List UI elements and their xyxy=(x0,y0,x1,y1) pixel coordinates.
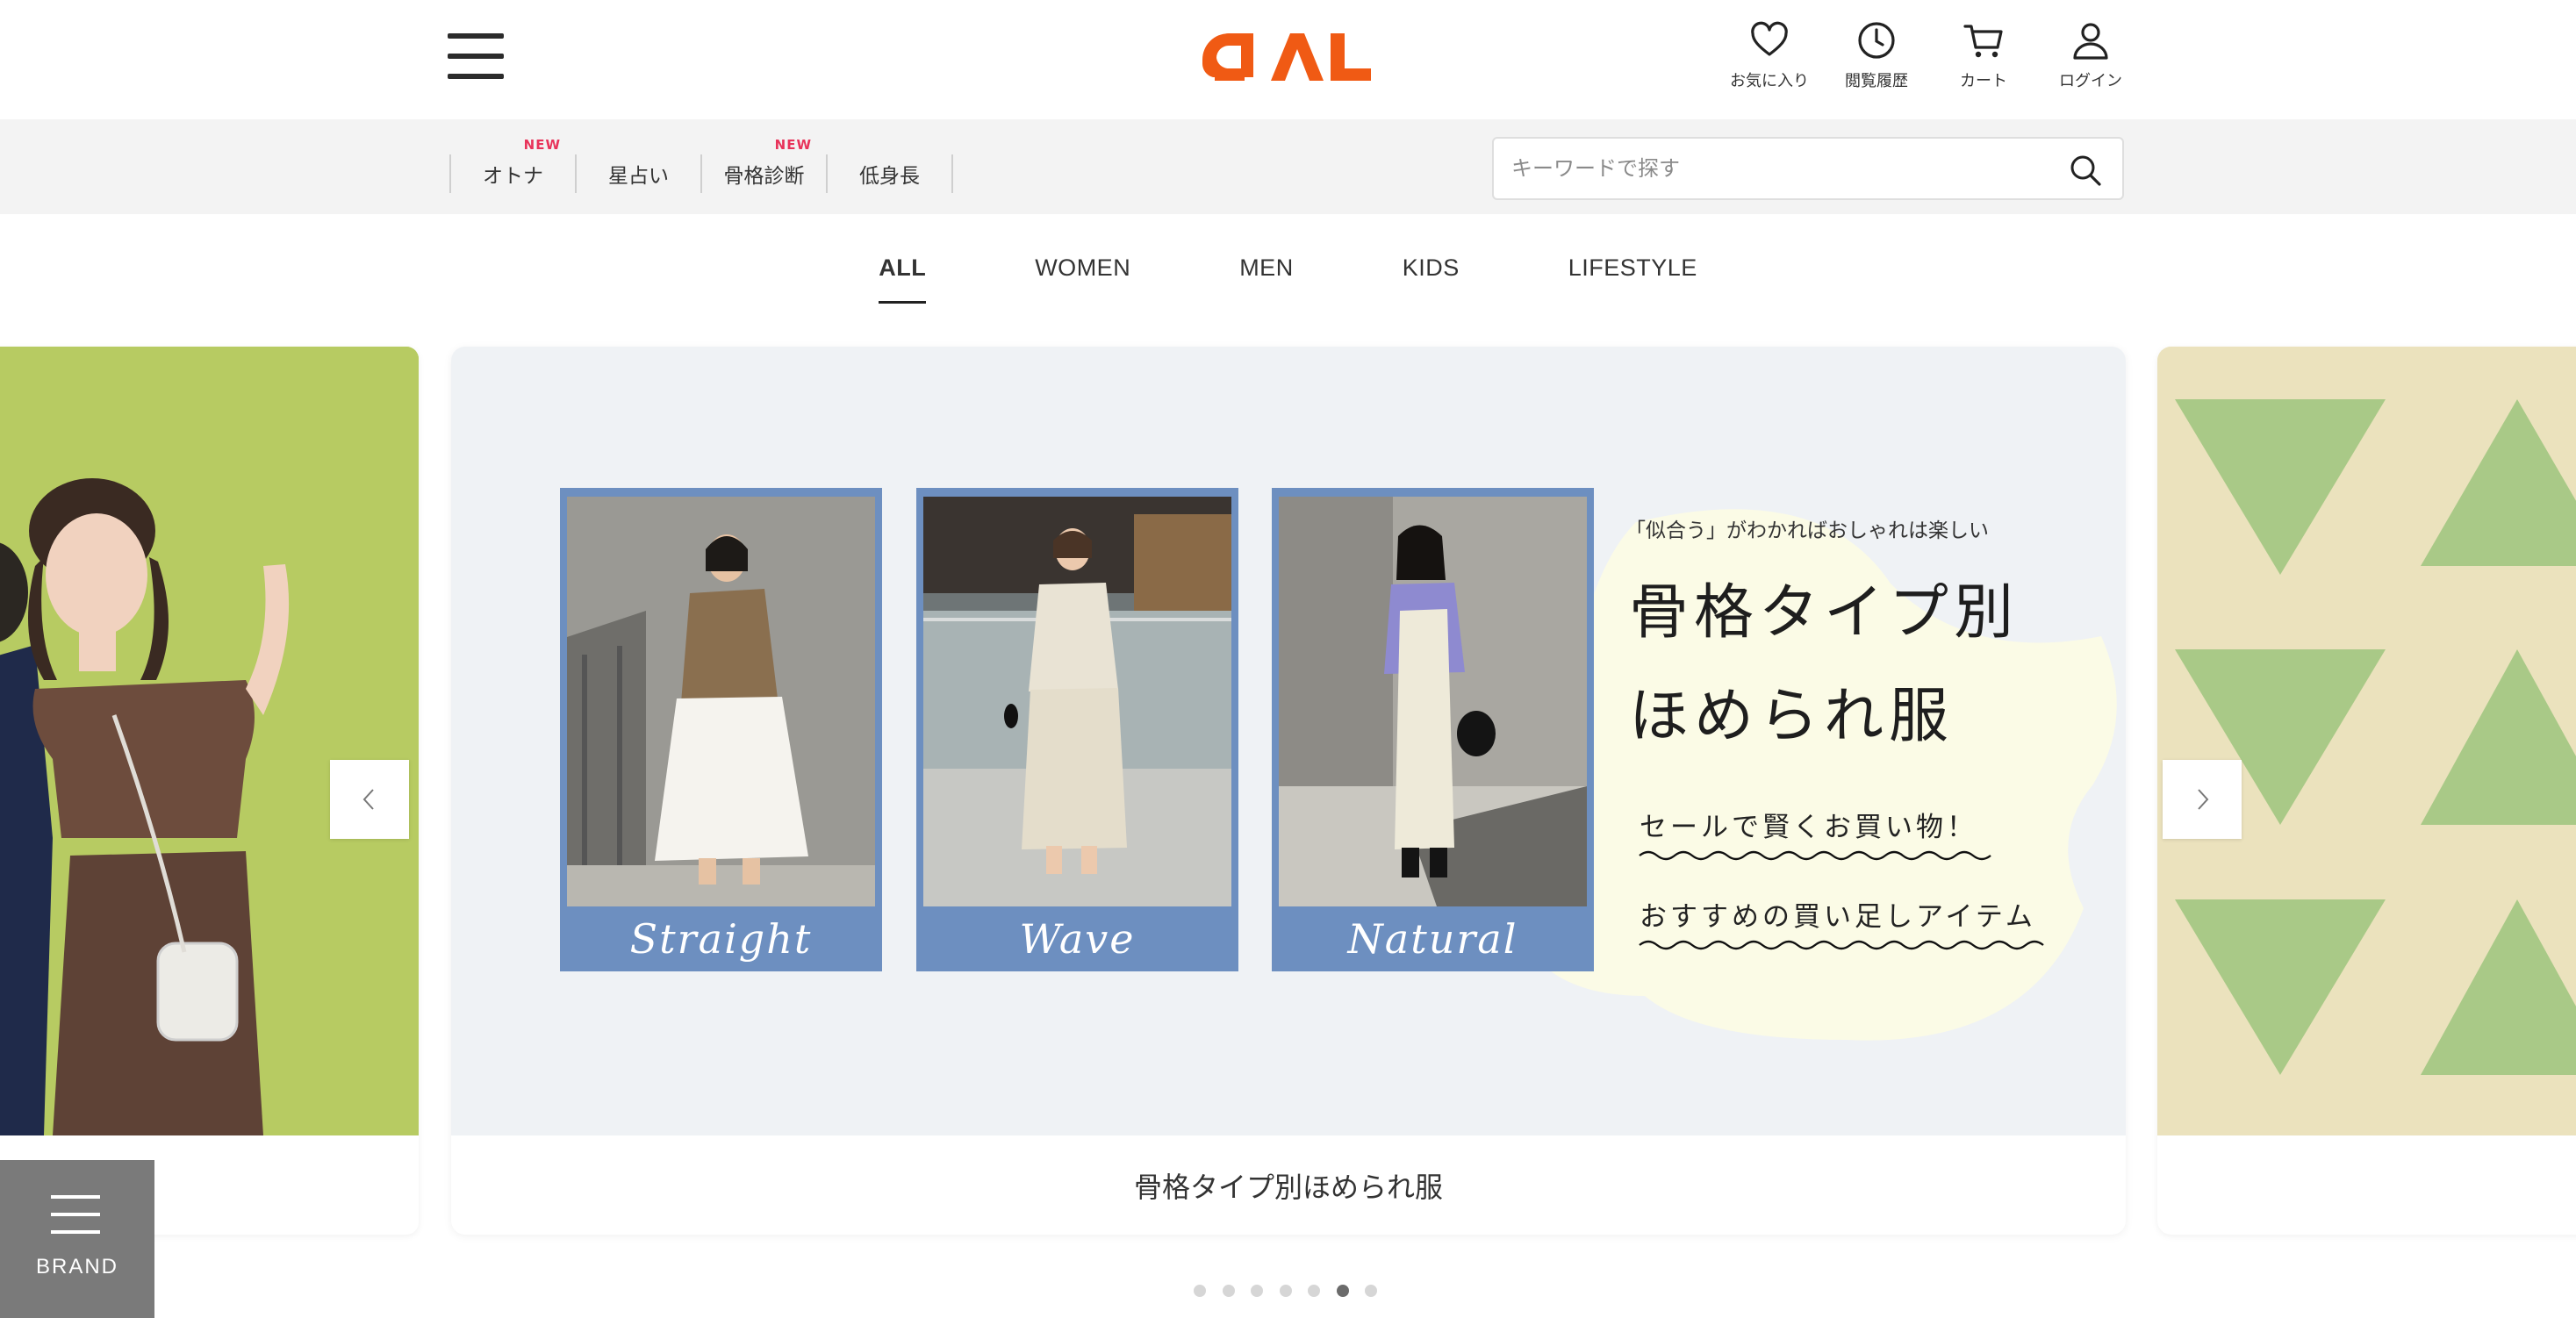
new-badge: NEW xyxy=(774,137,812,153)
carousel-dot[interactable] xyxy=(1251,1285,1263,1297)
banner-link-recommend[interactable]: おすすめの買い足しアイテム xyxy=(1640,894,2036,934)
carousel-prev-button[interactable] xyxy=(330,760,409,839)
search-input[interactable] xyxy=(1511,151,2038,186)
banner-title-line2: ほめられ服 xyxy=(1629,682,1955,751)
brand-menu-button[interactable]: BRAND xyxy=(0,1160,154,1318)
header-actions: お気に入り 閲覧履歴 カート ログイン xyxy=(1716,19,2144,98)
carousel-pagination xyxy=(1194,1285,1394,1297)
carousel-dot[interactable] xyxy=(1308,1285,1320,1297)
subnav-item-otona[interactable]: NEW オトナ xyxy=(451,137,577,193)
subnav-item-skeleton-diagnosis[interactable]: NEW 骨格診断 xyxy=(702,137,828,193)
photo-natural[interactable]: Natural xyxy=(1272,488,1594,971)
tab-women[interactable]: WOMEN xyxy=(1035,254,1130,304)
tab-all[interactable]: ALL xyxy=(879,254,927,304)
subnav-item-petite[interactable]: 低身長 xyxy=(828,154,953,193)
favorites-button[interactable]: お気に入り xyxy=(1716,19,1823,98)
user-icon xyxy=(2073,23,2108,60)
carousel-dot-active[interactable] xyxy=(1336,1285,1349,1297)
banner-link-sale[interactable]: セールで賢くお買い物！ xyxy=(1640,805,1977,844)
pal-logo[interactable] xyxy=(1201,25,1373,90)
photo-label-natural: Natural xyxy=(1347,915,1518,963)
wavy-underline xyxy=(1639,850,1991,861)
model-photo-wave xyxy=(923,497,1231,906)
cart-label: カート xyxy=(1960,72,2007,90)
new-badge: NEW xyxy=(523,137,561,153)
history-button[interactable]: 閲覧履歴 xyxy=(1823,19,1930,98)
chevron-right-icon xyxy=(2198,789,2209,810)
subnav-item-label: 骨格診断 xyxy=(723,165,805,188)
brand-label: BRAND xyxy=(35,1255,118,1279)
previous-banner-image xyxy=(0,347,419,1135)
tab-kids[interactable]: KIDS xyxy=(1403,254,1460,304)
hamburger-menu-icon[interactable] xyxy=(448,32,504,81)
cart-icon xyxy=(1963,25,2003,58)
search-box xyxy=(1492,137,2124,200)
banner-title: 骨格タイプ別 ほめられ服 xyxy=(1629,562,2085,769)
clock-icon xyxy=(1858,22,1895,59)
photo-wave[interactable]: Wave xyxy=(916,488,1238,971)
feature-links: NEW オトナ 星占い NEW 骨格診断 低身長 xyxy=(449,137,953,193)
carousel-next-button[interactable] xyxy=(2163,760,2242,839)
subnav-item-label: 低身長 xyxy=(859,165,920,188)
carousel-dot[interactable] xyxy=(1365,1285,1377,1297)
favorites-label: お気に入り xyxy=(1730,72,1809,90)
subnav-item-label: オトナ xyxy=(483,165,543,188)
tab-lifestyle[interactable]: LIFESTYLE xyxy=(1568,254,1697,304)
banner-subtitle: 「似合う」がわかればおしゃれは楽しい xyxy=(1625,519,1989,542)
tab-men[interactable]: MEN xyxy=(1239,254,1294,304)
photo-label-wave: Wave xyxy=(1019,915,1136,963)
category-tabs: ALL WOMEN MEN KIDS LIFESTYLE xyxy=(0,254,2576,304)
sub-navigation: NEW オトナ 星占い NEW 骨格診断 低身長 xyxy=(0,119,2576,214)
subnav-item-label: 星占い xyxy=(608,165,669,188)
login-label: ログイン xyxy=(2059,72,2122,90)
photo-straight[interactable]: Straight xyxy=(560,488,882,971)
chevron-left-icon xyxy=(362,789,374,810)
subnav-item-horoscope[interactable]: 星占い xyxy=(577,154,702,193)
next-banner-image xyxy=(2157,347,2576,1135)
model-photo-natural xyxy=(1279,497,1587,906)
carousel-card-active[interactable]: Straight Wave Natural 「似合う」がわかればおしゃれは楽しい… xyxy=(451,347,2126,1235)
cart-button[interactable]: カート xyxy=(1930,19,2037,98)
banner-title-line1: 骨格タイプ別 xyxy=(1629,578,2020,648)
model-photo-straight xyxy=(567,497,875,906)
history-label: 閲覧履歴 xyxy=(1845,72,1908,90)
photo-label-straight: Straight xyxy=(629,915,813,963)
search-icon[interactable] xyxy=(2068,153,2103,188)
banner-caption[interactable]: 骨格タイプ別ほめられ服 xyxy=(451,1135,2126,1235)
carousel-dot[interactable] xyxy=(1222,1285,1235,1297)
skeleton-type-banner: Straight Wave Natural 「似合う」がわかればおしゃれは楽しい… xyxy=(451,347,2126,1135)
wavy-underline xyxy=(1639,940,2044,950)
heart-icon xyxy=(1751,21,1788,56)
carousel-dot[interactable] xyxy=(1279,1285,1292,1297)
login-button[interactable]: ログイン xyxy=(2037,19,2144,98)
site-header: お気に入り 閲覧履歴 カート ログイン xyxy=(0,0,2576,119)
carousel-dot[interactable] xyxy=(1194,1285,1206,1297)
